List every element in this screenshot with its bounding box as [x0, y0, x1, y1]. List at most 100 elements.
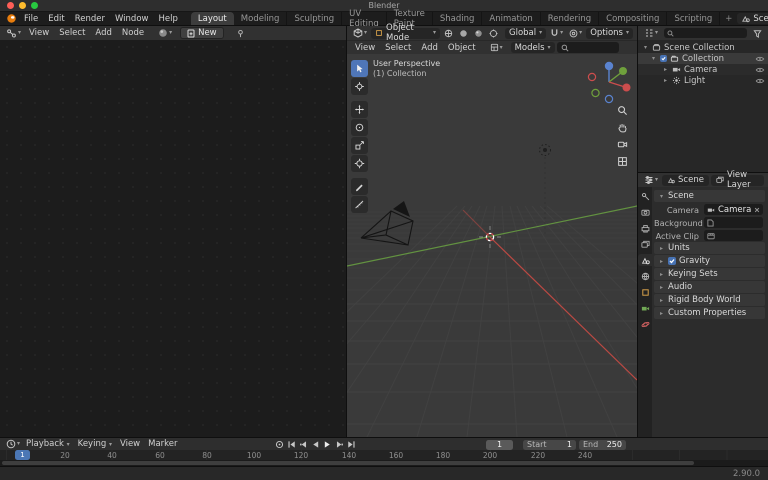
play-button[interactable]: [322, 439, 333, 450]
breadcrumb-scene[interactable]: Scene: [662, 174, 709, 186]
nav-gizmo[interactable]: [585, 58, 633, 106]
tool-measure[interactable]: [351, 196, 368, 213]
playhead[interactable]: 1: [15, 450, 30, 460]
jump-to-start-button[interactable]: [286, 439, 297, 450]
active-clip-field[interactable]: [704, 230, 764, 241]
orientation-select[interactable]: Global ▾: [505, 27, 547, 39]
tool-move[interactable]: [351, 101, 368, 118]
outliner-row-collection[interactable]: ▾ Collection: [638, 53, 768, 64]
pin-icon[interactable]: [234, 29, 247, 38]
menu-file[interactable]: File: [19, 12, 43, 25]
editor-type-node-icon[interactable]: ▾: [4, 28, 23, 39]
scrollbar-thumb[interactable]: [2, 461, 694, 465]
breadcrumb-view-layer[interactable]: View Layer: [710, 170, 764, 190]
timeline-menu-view[interactable]: View: [116, 439, 144, 449]
tab-object-data[interactable]: [638, 302, 652, 314]
editor-type-outliner-icon[interactable]: ▾: [642, 28, 660, 38]
outliner-row-light[interactable]: ▸ Light: [638, 75, 768, 86]
toggle-ortho-icon[interactable]: [615, 154, 630, 169]
viewport-menu-add[interactable]: Add: [417, 43, 441, 53]
workspace-tab-shading[interactable]: Shading: [433, 12, 483, 25]
minimize-window-icon[interactable]: [19, 2, 26, 9]
asset-library-icon[interactable]: ▾: [488, 43, 505, 52]
workspace-tab-sculpting[interactable]: Sculpting: [287, 12, 343, 25]
rigid-body-world-panel-header[interactable]: ▸ Rigid Body World: [654, 294, 766, 306]
workspace-tab-layout[interactable]: Layout: [190, 12, 234, 25]
tool-transform[interactable]: [351, 155, 368, 172]
node-menu-select[interactable]: Select: [55, 28, 89, 38]
shading-wireframe-icon[interactable]: [442, 29, 455, 38]
tool-cursor-3d[interactable]: [351, 78, 368, 95]
play-reverse-button[interactable]: [310, 439, 321, 450]
timeline-menu-marker[interactable]: Marker: [144, 439, 181, 449]
tool-scale[interactable]: [351, 137, 368, 154]
outliner-row-scene-collection[interactable]: ▾ Scene Collection: [638, 42, 768, 53]
workspace-tab-animation[interactable]: Animation: [482, 12, 541, 25]
tab-render[interactable]: [638, 206, 652, 218]
maximize-window-icon[interactable]: [31, 2, 38, 9]
editor-type-timeline-icon[interactable]: ▾: [4, 439, 22, 449]
add-workspace-button[interactable]: +: [720, 12, 737, 25]
frame-end-field[interactable]: End 250: [579, 439, 626, 450]
units-panel-header[interactable]: ▸ Units: [654, 242, 766, 254]
gizmo-y-axis[interactable]: [619, 67, 627, 75]
viewport-canvas[interactable]: User Perspective (1) Collection: [347, 54, 637, 437]
frame-start-field[interactable]: Start 1: [523, 439, 576, 450]
timeline-menu-playback[interactable]: Playback ▾: [22, 439, 74, 449]
proportional-edit-icon[interactable]: ▾: [567, 29, 584, 38]
filter-icon[interactable]: [751, 29, 764, 38]
collection-checkbox[interactable]: [660, 55, 667, 62]
editor-type-properties-icon[interactable]: ▾: [642, 175, 660, 185]
scene-panel-header[interactable]: ▾ Scene: [654, 190, 766, 202]
node-editor-canvas[interactable]: [0, 40, 346, 437]
tab-output[interactable]: [638, 222, 652, 234]
prev-keyframe-button[interactable]: [298, 439, 309, 450]
gizmo-x-neg-axis[interactable]: [587, 72, 597, 82]
camera-id-field[interactable]: Camera: [704, 204, 764, 215]
tab-view-layer[interactable]: [638, 238, 652, 250]
gravity-checkbox[interactable]: [668, 257, 676, 265]
gizmo-y-neg-axis[interactable]: [591, 88, 600, 98]
menu-edit[interactable]: Edit: [43, 12, 69, 25]
disclosure-icon[interactable]: ▾: [650, 55, 657, 62]
workspace-tab-uv-editing[interactable]: UV Editing: [342, 9, 387, 29]
tool-select-box[interactable]: [351, 60, 368, 77]
viewport-menu-view[interactable]: View: [351, 43, 379, 53]
background-scene-field[interactable]: [704, 217, 764, 228]
workspace-tab-modeling[interactable]: Modeling: [234, 12, 288, 25]
disclosure-icon[interactable]: ▾: [642, 44, 649, 51]
tab-scene[interactable]: [638, 254, 652, 266]
viewport-menu-select[interactable]: Select: [381, 43, 415, 53]
gizmo-z-axis[interactable]: [604, 61, 614, 71]
clear-icon[interactable]: [754, 207, 760, 213]
asset-search-input[interactable]: [556, 42, 619, 53]
shading-solid-icon[interactable]: [457, 29, 470, 38]
node-menu-view[interactable]: View: [25, 28, 53, 38]
light-object[interactable]: [539, 144, 551, 238]
custom-properties-panel-header[interactable]: ▸ Custom Properties: [654, 307, 766, 319]
disclosure-icon[interactable]: ▸: [662, 66, 669, 73]
camera-view-icon[interactable]: [615, 137, 630, 152]
outliner-row-camera[interactable]: ▸ Camera: [638, 64, 768, 75]
snap-magnet-icon[interactable]: ▾: [548, 28, 565, 38]
audio-panel-header[interactable]: ▸ Audio: [654, 281, 766, 293]
eye-icon[interactable]: [755, 77, 765, 85]
tool-annotate[interactable]: [351, 178, 368, 195]
next-keyframe-button[interactable]: [334, 439, 345, 450]
mode-select[interactable]: Object Mode ▾: [371, 23, 441, 43]
eye-icon[interactable]: [755, 66, 765, 74]
options-dropdown[interactable]: Options ▾: [586, 27, 633, 39]
workspace-tab-compositing[interactable]: Compositing: [599, 12, 668, 25]
close-window-icon[interactable]: [7, 2, 14, 9]
current-frame-field[interactable]: 1: [486, 439, 513, 450]
keying-sets-panel-header[interactable]: ▸ Keying Sets: [654, 268, 766, 280]
jump-to-end-button[interactable]: [346, 439, 357, 450]
tool-rotate[interactable]: [351, 119, 368, 136]
shading-rendered-icon[interactable]: [487, 29, 500, 38]
gizmo-z-neg-axis[interactable]: [604, 94, 614, 104]
timeline-ruler[interactable]: 20 40 60 80 100 120 140 160 180 200 220 …: [0, 450, 768, 460]
new-material-button[interactable]: New: [180, 27, 224, 39]
outliner-search-input[interactable]: [664, 28, 747, 38]
menu-render[interactable]: Render: [70, 12, 110, 25]
tab-physics[interactable]: [638, 318, 652, 330]
